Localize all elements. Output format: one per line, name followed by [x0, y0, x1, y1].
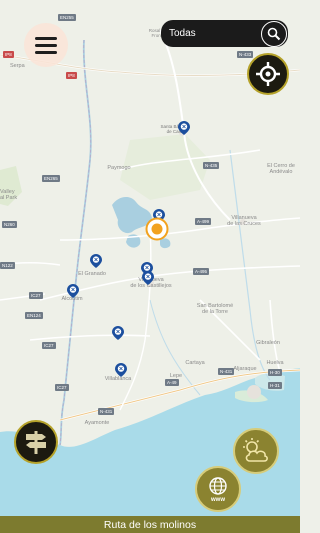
hamburger-menu-icon	[35, 36, 57, 40]
map-pin-icon[interactable]	[115, 363, 127, 377]
place-label: Valley al Park	[0, 189, 18, 202]
place-label: Huelva	[266, 360, 284, 366]
place-label: Cartaya	[185, 360, 205, 366]
search-icon	[267, 27, 281, 40]
map-pin-icon[interactable]	[178, 121, 190, 135]
road-shield: EN255	[58, 14, 76, 21]
road-shield: N-431	[218, 368, 235, 375]
place-label: El Cerro de Andévalo	[267, 163, 295, 176]
place-label: Aljaraque	[233, 366, 257, 372]
current-location-icon	[145, 217, 169, 241]
category-filter-search[interactable]: Todas	[161, 20, 288, 47]
road-shield: IC27	[42, 342, 56, 349]
road-shield: A-495	[193, 268, 210, 275]
signpost-icon	[26, 431, 46, 454]
route-title-bar: Ruta de los molinos	[0, 516, 300, 533]
routes-button[interactable]	[14, 420, 58, 464]
road-shield: A-49	[165, 379, 179, 386]
search-value: Todas	[169, 28, 196, 39]
road-shield: IC27	[55, 384, 69, 391]
place-label: Ayamonte	[84, 420, 110, 426]
place-label: San Bartolomé de la Torre	[196, 303, 234, 316]
map-pin-icon[interactable]	[90, 254, 102, 268]
place-label: Gibraleón	[256, 340, 280, 346]
search-button[interactable]	[261, 20, 287, 47]
road-shield: A-499	[195, 218, 212, 225]
road-shield: N-431	[98, 408, 115, 415]
road-shield: N-433	[237, 51, 254, 58]
map-pin-icon[interactable]	[67, 284, 79, 298]
locate-me-button[interactable]	[247, 53, 289, 95]
road-shield: EN265	[42, 175, 60, 182]
website-button[interactable]: www	[195, 466, 241, 512]
road-shield: N260	[2, 221, 17, 228]
road-shield: H-31	[268, 382, 282, 389]
road-shield: H-30	[268, 369, 282, 376]
map-pin-icon[interactable]	[142, 271, 154, 285]
place-label: Paymogo	[107, 165, 131, 171]
globe-icon	[209, 476, 227, 495]
www-label: www	[210, 496, 225, 503]
route-title: Ruta de los molinos	[103, 518, 197, 531]
road-shield: N-435	[203, 162, 220, 169]
road-shield: IC27	[29, 292, 43, 299]
weather-button[interactable]	[233, 428, 279, 474]
road-shield: IP8	[3, 51, 14, 58]
menu-button[interactable]	[24, 23, 68, 67]
place-label: El Granado	[78, 271, 106, 277]
road-shield: N122	[0, 262, 15, 269]
road-shield: IP8	[66, 72, 77, 79]
map-pin-icon[interactable]	[112, 326, 124, 340]
sun-cloud-icon	[243, 438, 268, 462]
place-label: Villanueva de las Cruces	[227, 215, 261, 228]
crosshair-target-icon	[256, 62, 280, 86]
road-shield: EN124	[25, 312, 43, 319]
place-label: Serpa	[10, 63, 25, 69]
